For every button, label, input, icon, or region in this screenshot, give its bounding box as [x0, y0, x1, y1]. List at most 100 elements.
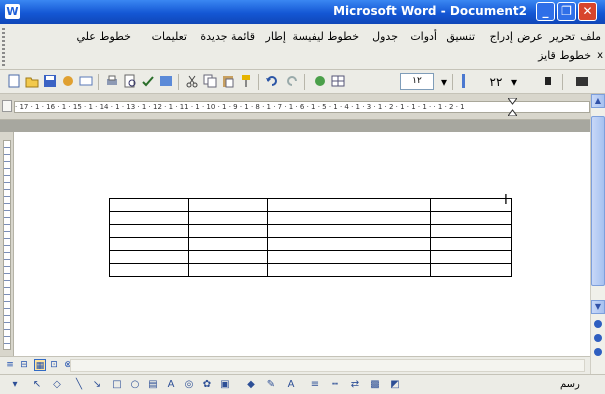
paste-icon[interactable]	[220, 74, 236, 90]
draw-label[interactable]: رسم	[560, 379, 580, 390]
save-icon[interactable]	[42, 74, 58, 90]
next-page-icon[interactable]	[594, 348, 602, 356]
hyperlink-icon[interactable]	[312, 74, 328, 90]
maximize-button[interactable]: ❐	[557, 2, 576, 21]
table-cell[interactable]	[109, 224, 189, 238]
tables-borders-icon[interactable]	[330, 74, 346, 90]
textbox-icon[interactable]: ▤	[146, 378, 160, 392]
vertical-ruler-scale[interactable]	[3, 140, 11, 350]
shadow-icon[interactable]: ▩	[368, 378, 382, 392]
table-cell[interactable]	[430, 263, 512, 277]
table-cell[interactable]	[188, 263, 268, 277]
scroll-thumb[interactable]	[591, 116, 605, 286]
table-cell[interactable]	[109, 263, 189, 277]
font-size-label[interactable]: ٢٢	[488, 74, 504, 90]
ruler-scale[interactable]: · 17 · 1 · 16 · 1 · 15 · 1 · 14 · 1 · 13…	[14, 101, 590, 113]
menu-row2-item[interactable]: خطوط قايز	[538, 49, 591, 62]
chevron-down-icon[interactable]: ▾	[436, 74, 452, 90]
table-cell[interactable]	[430, 250, 512, 264]
menu-tools[interactable]: أدوات	[410, 30, 437, 43]
table-cell[interactable]	[267, 237, 431, 251]
indent-marker[interactable]	[507, 97, 518, 117]
table-cell[interactable]	[109, 250, 189, 264]
menu-item-12[interactable]: خطوط علي	[76, 30, 131, 43]
menu-edit[interactable]: تحرير	[550, 30, 575, 43]
oval-icon[interactable]: ○	[128, 378, 142, 392]
table-cell[interactable]	[430, 198, 512, 212]
align-icon[interactable]	[574, 74, 590, 90]
select-objects-icon[interactable]: ↖	[30, 378, 44, 392]
tab-selector[interactable]	[2, 100, 12, 112]
font-color-icon[interactable]: A	[284, 378, 298, 392]
print-layout-button[interactable]: ▦	[34, 359, 46, 371]
horizontal-scrollbar[interactable]	[70, 359, 585, 372]
vertical-scrollbar[interactable]: ▲ ▼	[590, 94, 605, 374]
select-browse-object-icon[interactable]	[594, 334, 602, 342]
previous-page-icon[interactable]	[594, 320, 602, 328]
dash-style-icon[interactable]: ┅	[328, 378, 342, 392]
table-cell[interactable]	[109, 237, 189, 251]
chevron-down-icon[interactable]: ▾	[506, 74, 522, 90]
normal-view-button[interactable]: ≡	[4, 359, 16, 371]
picture-icon[interactable]: ▣	[218, 378, 232, 392]
open-icon[interactable]	[24, 74, 40, 90]
scroll-down-button[interactable]: ▼	[591, 300, 605, 314]
permission-icon[interactable]	[60, 74, 76, 90]
menu-insert[interactable]: إدراج	[490, 30, 513, 43]
diagram-icon[interactable]: ◎	[182, 378, 196, 392]
zoom-combo[interactable]: ١٢	[400, 73, 434, 90]
document-table[interactable]	[109, 198, 512, 277]
table-cell[interactable]	[109, 211, 189, 225]
clipart-icon[interactable]: ✿	[200, 378, 214, 392]
table-cell[interactable]	[188, 198, 268, 212]
table-cell[interactable]	[267, 263, 431, 277]
table-cell[interactable]	[188, 237, 268, 251]
arrow-style-icon[interactable]: ⇄	[348, 378, 362, 392]
minimize-button[interactable]: _	[536, 2, 555, 21]
menu-close-button[interactable]: x	[597, 50, 603, 61]
table-cell[interactable]	[188, 211, 268, 225]
3d-icon[interactable]: ◩	[388, 378, 402, 392]
redo-icon[interactable]	[284, 74, 300, 90]
line-icon[interactable]: ╲	[72, 378, 86, 392]
table-cell[interactable]	[188, 224, 268, 238]
table-cell[interactable]	[267, 250, 431, 264]
print-icon[interactable]	[104, 74, 120, 90]
table-cell[interactable]	[109, 198, 189, 212]
fill-color-icon[interactable]: ◆	[244, 378, 258, 392]
menu-help[interactable]: تعليمات	[152, 30, 187, 43]
menu-frame[interactable]: إطار	[266, 30, 286, 43]
menu-table[interactable]: جدول	[372, 30, 398, 43]
arrow-icon[interactable]: ↘	[90, 378, 104, 392]
close-button[interactable]: ✕	[578, 2, 597, 21]
table-cell[interactable]	[267, 198, 431, 212]
spelling-icon[interactable]	[140, 74, 156, 90]
wordart-icon[interactable]: A	[164, 378, 178, 392]
toolbar-grip-icon[interactable]	[456, 74, 472, 90]
email-icon[interactable]	[78, 74, 94, 90]
copy-icon[interactable]	[202, 74, 218, 90]
format-painter-icon[interactable]	[238, 74, 254, 90]
document-page[interactable]	[14, 132, 590, 356]
line-color-icon[interactable]: ✎	[264, 378, 278, 392]
undo-icon[interactable]	[264, 74, 280, 90]
menu-format[interactable]: تنسيق	[446, 30, 475, 43]
word-app-icon[interactable]: W	[5, 4, 20, 19]
research-icon[interactable]	[158, 74, 174, 90]
table-cell[interactable]	[430, 237, 512, 251]
menu-grip[interactable]	[2, 28, 5, 66]
table-cell[interactable]	[188, 250, 268, 264]
table-cell[interactable]	[430, 224, 512, 238]
autoshapes-icon[interactable]: ◇	[50, 378, 64, 392]
line-style-icon[interactable]: ≡	[308, 378, 322, 392]
outline-view-button[interactable]: ⊡	[48, 359, 60, 371]
menu-item-8[interactable]: خطوط ليفيسة	[293, 30, 359, 43]
menu-file[interactable]: ملف	[580, 30, 601, 43]
menu-view[interactable]: عرض	[517, 30, 543, 43]
draw-menu-icon[interactable]: ▾	[8, 378, 22, 392]
table-cell[interactable]	[430, 211, 512, 225]
rectangle-icon[interactable]: □	[110, 378, 124, 392]
scroll-up-button[interactable]: ▲	[591, 94, 605, 108]
table-cell[interactable]	[267, 224, 431, 238]
table-cell[interactable]	[267, 211, 431, 225]
